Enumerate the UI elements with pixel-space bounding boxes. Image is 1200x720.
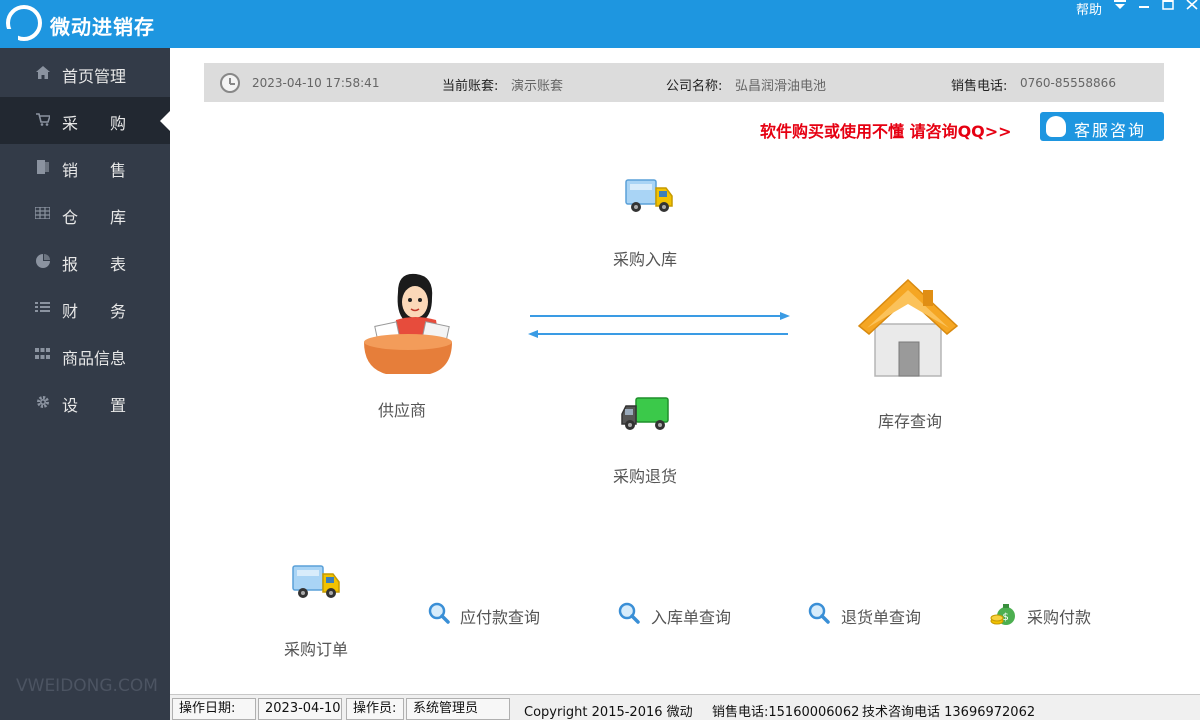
sales-icon (35, 160, 50, 175)
purchase-return-tile[interactable] (592, 378, 702, 458)
sidebar-item-label: 商品信息 (62, 349, 127, 368)
warehouse-icon (34, 206, 51, 222)
tech-support-phone: 技术咨询电话 13696972062 (862, 705, 1036, 720)
title-bar: 微动进销存 帮助 (0, 0, 1200, 48)
customer-service-label: 客服咨询 (1074, 121, 1147, 140)
sidebar-item-label: 报 表 (62, 255, 127, 274)
arrow-head-right (780, 312, 790, 320)
operation-date-value: 2023-04-10 (258, 698, 342, 720)
home-icon (35, 66, 50, 81)
sidebar-item-home[interactable]: 首页管理 (0, 50, 170, 97)
help-menu[interactable]: 帮助 (1076, 0, 1102, 18)
customer-service-button[interactable]: 客服咨询 (1040, 112, 1164, 141)
search-icon[interactable] (428, 602, 450, 624)
account-label: 当前账套: (442, 79, 499, 94)
sidebar-item-label: 采 购 (62, 114, 127, 133)
flow-arrow-left (538, 333, 788, 335)
sidebar-item-purchase[interactable]: 采 购 (0, 97, 170, 144)
active-indicator (160, 111, 170, 131)
sidebar-item-products[interactable]: 商品信息 (0, 332, 170, 379)
supplier-person-icon (364, 273, 452, 374)
company-value: 弘昌润滑油电池 (735, 79, 827, 94)
watermark: VWEIDONG.COM (16, 676, 158, 696)
operator-value: 系统管理员 (406, 698, 510, 720)
current-datetime: 2023-04-10 17:58:41 (252, 76, 380, 90)
account-value: 演示账套 (511, 79, 564, 94)
phone-value: 0760-85558866 (1020, 76, 1116, 90)
phone-label: 销售电话: (951, 79, 1008, 94)
sidebar-item-label: 销 售 (62, 161, 127, 180)
truck-icon (292, 565, 340, 598)
sidebar-item-label: 仓 库 (62, 208, 127, 227)
payable-query-link[interactable]: 应付款查询 (460, 604, 540, 628)
company-label: 公司名称: (666, 79, 723, 94)
search-icon[interactable] (808, 602, 830, 624)
sidebar-item-finance[interactable]: 财 务 (0, 285, 170, 332)
dropdown-icon[interactable] (1112, 0, 1128, 12)
cart-icon (35, 113, 51, 128)
sidebar-item-label: 财 务 (62, 302, 127, 321)
sidebar-item-reports[interactable]: 报 表 (0, 238, 170, 285)
arrow-head-left (528, 330, 538, 338)
purchase-return-label[interactable]: 采购退货 (613, 463, 677, 487)
purchase-in-tile[interactable] (604, 160, 704, 240)
gear-icon (35, 395, 50, 410)
receipt-query-link[interactable]: 入库单查询 (651, 604, 731, 628)
qq-icon (1046, 116, 1066, 137)
clock-icon (220, 73, 240, 93)
close-icon[interactable] (1184, 0, 1200, 12)
truck-icon (625, 179, 673, 212)
app-logo-icon (6, 5, 42, 41)
operator-label: 操作员: (346, 698, 404, 720)
copyright: Copyright 2015-2016 微动 (524, 705, 693, 720)
sidebar: 首页管理 采 购 销 售 仓 库 报 表 财 务 商品信息 设 置 VWEIDO… (0, 48, 170, 720)
search-icon[interactable] (618, 602, 640, 624)
inventory-label[interactable]: 库存查询 (878, 408, 942, 432)
money-bag-icon[interactable]: $ (990, 600, 1016, 626)
finance-icon (35, 301, 50, 316)
operation-date-label: 操作日期: (172, 698, 256, 720)
sidebar-item-label: 首页管理 (62, 67, 127, 86)
purchase-payment-link[interactable]: 采购付款 (1027, 604, 1091, 628)
pie-chart-icon (35, 254, 50, 269)
sidebar-item-warehouse[interactable]: 仓 库 (0, 191, 170, 238)
maximize-icon[interactable] (1160, 0, 1176, 12)
app-title: 微动进销存 (50, 15, 155, 39)
house-icon (857, 278, 959, 377)
grid-icon (35, 348, 50, 363)
info-bar: 2023-04-10 17:58:41 当前账套: 演示账套 公司名称: 弘昌润… (204, 63, 1164, 102)
sales-phone: 销售电话:15160006062 (712, 705, 860, 720)
purchase-order-label[interactable]: 采购订单 (284, 636, 348, 660)
return-query-link[interactable]: 退货单查询 (841, 604, 921, 628)
consult-prompt: 软件购买或使用不懂 请咨询QQ>> (760, 122, 1012, 141)
purchase-in-label[interactable]: 采购入库 (613, 246, 677, 270)
status-bar: 操作日期: 2023-04-10 操作员: 系统管理员 Copyright 20… (170, 694, 1200, 720)
sidebar-item-sales[interactable]: 销 售 (0, 144, 170, 191)
minimize-icon[interactable] (1136, 0, 1152, 12)
return-truck-icon (621, 397, 669, 430)
supplier-tile[interactable] (340, 258, 470, 393)
sidebar-item-settings[interactable]: 设 置 (0, 379, 170, 426)
sidebar-item-label: 设 置 (62, 396, 127, 415)
supplier-label[interactable]: 供应商 (378, 397, 426, 421)
purchase-order-tile[interactable] (265, 550, 375, 630)
inventory-tile[interactable] (838, 262, 978, 397)
flow-arrow-right (530, 315, 780, 317)
